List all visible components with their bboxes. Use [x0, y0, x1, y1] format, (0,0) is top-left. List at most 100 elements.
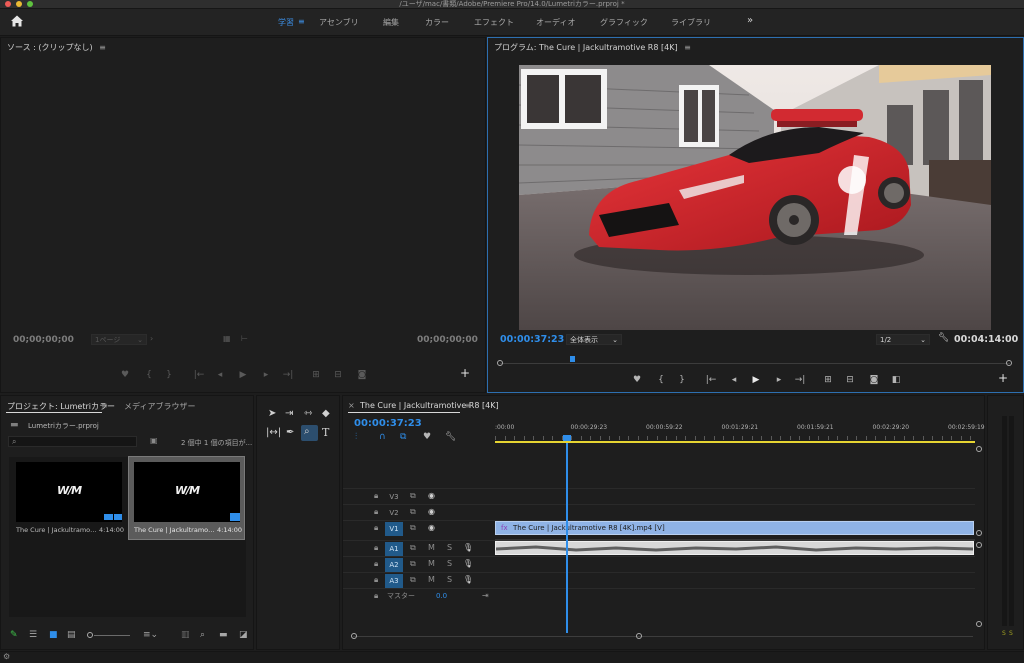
project-item-sequence[interactable]: W/M The Cure | Jackultramotive R8 [4K] 4…	[128, 456, 245, 540]
sync-lock-icon[interactable]: ⧉	[410, 521, 416, 535]
automate-icon[interactable]: ▥	[181, 630, 190, 640]
go-to-out-icon[interactable]: →|	[794, 375, 806, 385]
step-forward-icon[interactable]: ▸	[260, 370, 272, 380]
mute-button[interactable]: M	[428, 541, 435, 555]
add-button[interactable]: +	[459, 367, 471, 379]
sync-lock-icon[interactable]: ⧉	[410, 541, 416, 555]
vertical-scroll-handle[interactable]	[976, 530, 982, 536]
pen-tool-icon[interactable]: ✒	[286, 427, 294, 438]
mark-out-icon[interactable]: }	[163, 370, 175, 380]
solo-button[interactable]: S	[447, 541, 452, 555]
track-select-tool-icon[interactable]: ⇥	[285, 408, 293, 419]
sequence-tab[interactable]: The Cure | Jackultramotive R8 [4K]	[360, 401, 499, 410]
track-label-a1[interactable]: A1	[385, 542, 403, 556]
snap-icon[interactable]: ∩	[379, 432, 386, 442]
mark-in-icon[interactable]: {	[655, 375, 667, 385]
program-playhead[interactable]	[570, 356, 575, 362]
lock-icon[interactable]: 🔒︎	[374, 489, 378, 503]
zoom-tool-button[interactable]: ⌕	[301, 425, 318, 441]
insert-icon[interactable]: ⊞	[310, 370, 322, 380]
slip-tool-icon[interactable]: |↔|	[266, 427, 281, 438]
list-view-icon[interactable]: ☰	[29, 630, 37, 640]
go-to-out-icon[interactable]: →|	[282, 370, 294, 380]
go-to-in-icon[interactable]: |←	[705, 375, 717, 385]
mark-out-icon[interactable]: }	[676, 375, 688, 385]
home-icon[interactable]	[10, 14, 24, 28]
selection-tool-icon[interactable]: ➤	[268, 408, 276, 419]
wrench-icon[interactable]: 🔧︎	[938, 333, 949, 343]
step-forward-icon[interactable]: ▸	[773, 375, 785, 385]
vertical-scroll-top-handle[interactable]	[976, 446, 982, 452]
hamburger-icon[interactable]: ≡	[99, 43, 106, 52]
tracks-area[interactable]: fx The Cure | Jackultramotive R8 [4K].mp…	[495, 443, 975, 633]
program-playhead-timecode[interactable]: 00:00:37:23	[500, 334, 564, 345]
lock-icon[interactable]: 🔒︎	[374, 505, 378, 519]
horizontal-scroll-track[interactable]	[353, 636, 973, 637]
hamburger-icon[interactable]: ≡	[298, 17, 305, 26]
project-tab[interactable]: プロジェクト: Lumetriカラー	[7, 401, 115, 412]
lock-icon[interactable]: 🔒︎	[374, 541, 378, 555]
scrub-start-handle[interactable]	[497, 360, 503, 366]
step-back-icon[interactable]: ◂	[728, 375, 740, 385]
icon-view-icon[interactable]: ■	[49, 630, 58, 640]
mark-in-icon[interactable]: {	[143, 370, 155, 380]
hamburger-icon[interactable]: ≡	[101, 401, 108, 410]
mute-button[interactable]: M	[428, 573, 435, 587]
time-ruler[interactable]: :00:00 00:00:29:23 00:00:59:22 00:01:29:21 0…	[495, 424, 985, 442]
marker-icon[interactable]: ♥	[631, 375, 643, 385]
source-page-select[interactable]: 1ページ ⌄	[91, 334, 147, 345]
solo-button[interactable]: S	[447, 573, 452, 587]
new-item-icon[interactable]: ◪	[239, 630, 248, 640]
meter-solo-left[interactable]: S	[1002, 630, 1006, 637]
pencil-icon[interactable]: ✎	[10, 630, 18, 640]
source-timecode-out[interactable]: 00;00;00;00	[417, 335, 478, 345]
hamburger-icon[interactable]: ≡	[684, 43, 691, 52]
status-indicator-icon[interactable]: ⚙	[3, 652, 10, 661]
new-bin-icon[interactable]: ▬	[219, 630, 228, 640]
workspace-tab-editing[interactable]: 編集	[383, 17, 399, 28]
more-workspaces-button[interactable]: »	[747, 15, 753, 26]
sync-lock-icon[interactable]: ⧉	[410, 505, 416, 519]
nest-icon[interactable]: ⫶	[355, 432, 357, 442]
program-video-frame[interactable]	[519, 65, 991, 330]
compare-icon[interactable]: ⊢	[241, 334, 248, 343]
timeline-timecode[interactable]: 00:00:37:23	[354, 418, 422, 429]
microphone-icon[interactable]: 🎙︎	[463, 541, 473, 555]
master-volume-value[interactable]: 0.0	[436, 589, 447, 603]
type-tool-icon[interactable]: T	[322, 426, 329, 439]
lock-icon[interactable]: 🔒︎	[374, 589, 378, 603]
zoom-slider-track[interactable]	[94, 635, 130, 636]
lock-icon[interactable]: 🔒︎	[374, 557, 378, 571]
add-button[interactable]: +	[997, 372, 1009, 384]
workspace-tab-learn[interactable]: 学習	[278, 17, 294, 28]
vertical-scroll-handle[interactable]	[976, 542, 982, 548]
scrub-end-handle[interactable]	[1006, 360, 1012, 366]
workspace-tab-effects[interactable]: エフェクト	[474, 17, 514, 28]
add-marker-icon[interactable]: ♥	[423, 432, 431, 442]
zoom-slider-handle[interactable]	[87, 632, 93, 638]
workspace-tab-color[interactable]: カラー	[425, 17, 449, 28]
horizontal-scroll-left-handle[interactable]	[351, 633, 357, 639]
workspace-tab-graphics[interactable]: グラフィック	[600, 17, 648, 28]
track-label-v1[interactable]: V1	[385, 522, 403, 536]
camera-icon[interactable]: ◙	[356, 370, 368, 380]
sync-lock-icon[interactable]: ⧉	[410, 573, 416, 587]
sort-icon[interactable]: ≡⌄	[143, 630, 158, 640]
workspace-tab-libraries[interactable]: ライブラリ	[671, 17, 711, 28]
track-label-a2[interactable]: A2	[385, 558, 403, 572]
track-label-v2[interactable]: V2	[385, 506, 403, 520]
extract-icon[interactable]: ⊟	[844, 375, 856, 385]
playback-resolution-select[interactable]: 1/2 ⌄	[876, 334, 930, 345]
meter-solo-right[interactable]: S	[1009, 630, 1013, 637]
sync-lock-icon[interactable]: ⧉	[410, 489, 416, 503]
track-label-v3[interactable]: V3	[385, 490, 403, 504]
close-tab-icon[interactable]: ×	[348, 401, 355, 410]
find-icon[interactable]: ⌕	[200, 630, 205, 640]
eye-icon[interactable]: ◉	[428, 505, 435, 519]
go-to-in-icon[interactable]: |←	[193, 370, 205, 380]
lift-icon[interactable]: ⊞	[822, 375, 834, 385]
source-timecode-in[interactable]: 00;00;00;00	[13, 335, 74, 345]
program-scrub-bar[interactable]	[497, 356, 1012, 368]
wrench-icon[interactable]: 🔧︎	[445, 432, 456, 442]
lock-icon[interactable]: 🔒︎	[374, 521, 378, 535]
